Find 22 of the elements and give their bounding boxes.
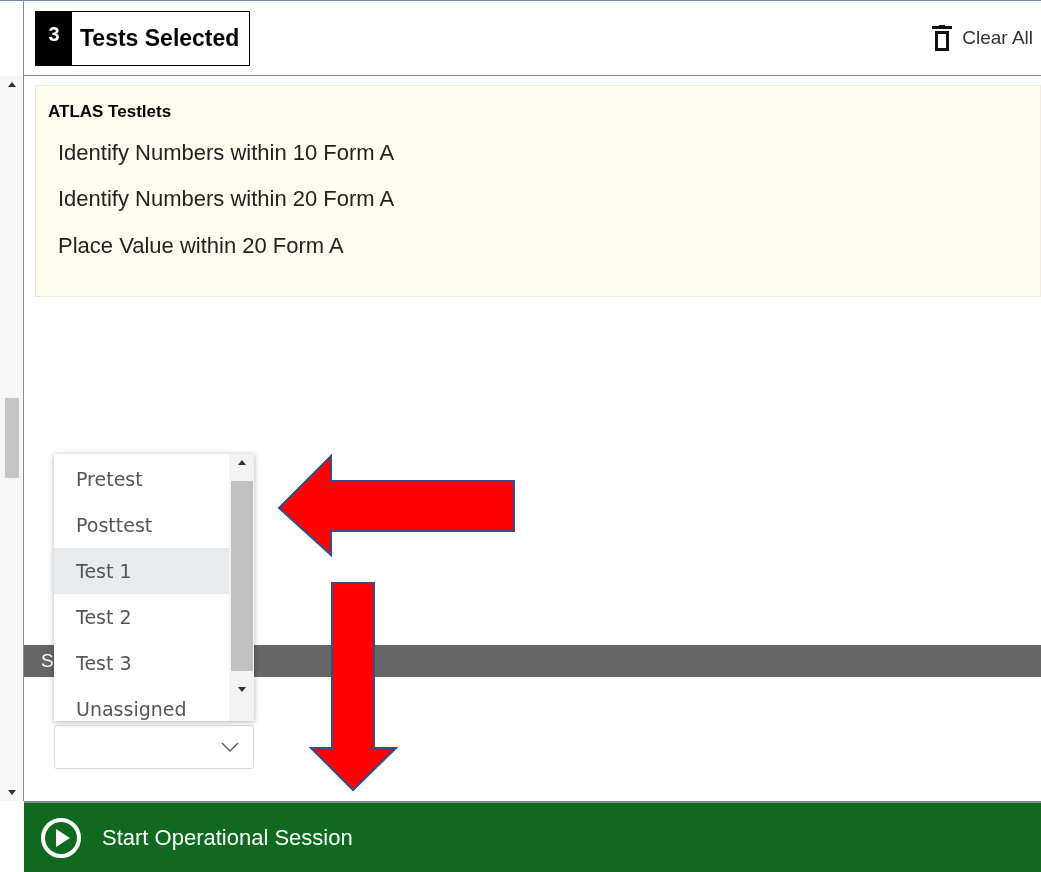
scroll-up-icon[interactable] [237,460,246,465]
chevron-down-icon [221,742,239,752]
testlet-item: Place Value within 20 Form A [57,231,345,260]
scrollbar[interactable] [0,76,24,801]
testlet-item: Identify Numbers within 10 Form A [57,139,396,167]
scroll-thumb[interactable] [4,398,19,478]
scroll-down-icon[interactable] [237,687,246,692]
testlet-item: Identify Numbers within 20 Form A [57,185,396,214]
dropdown-option[interactable]: Test 1 [54,548,229,594]
panel-title: ATLAS Testlets [48,102,173,122]
clear-all-button[interactable]: Clear All [932,25,1033,51]
selected-count: 3 [36,11,72,65]
trash-icon [932,25,953,51]
section-label: S [41,650,54,672]
scroll-thumb[interactable] [230,481,253,671]
start-session-button[interactable]: Start Operational Session [24,801,1041,872]
scroll-up-icon[interactable] [7,82,16,87]
dropdown-option[interactable]: Unassigned [54,686,229,721]
play-icon [40,817,82,859]
scroll-down-icon[interactable] [7,790,16,795]
list-scrollbar[interactable] [229,454,254,721]
tests-selected-label: Tests Selected [79,23,241,53]
